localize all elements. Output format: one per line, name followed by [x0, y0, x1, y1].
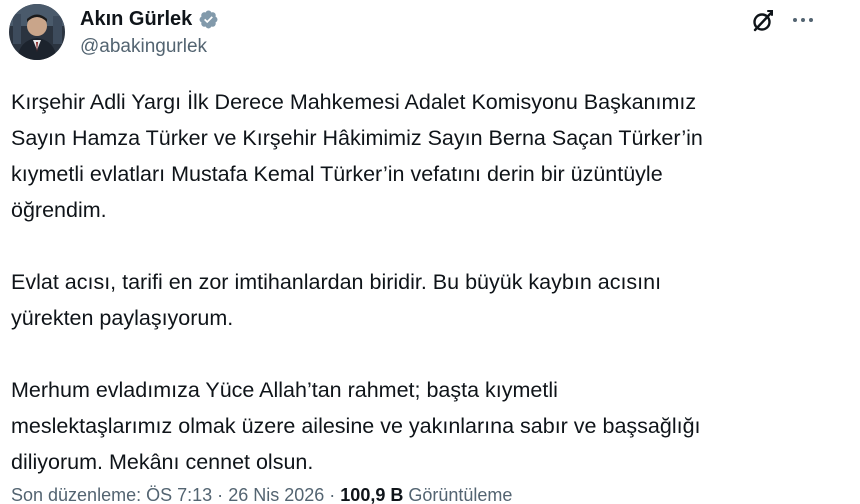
views-count: 100,9 B	[340, 485, 404, 504]
more-options-icon[interactable]	[790, 9, 816, 31]
tweet-meta: Son düzenleme: ÖS 7:13 · 26 Nis 2026 · 1…	[11, 483, 512, 504]
profile-photo-icon	[9, 4, 65, 60]
verified-badge-icon[interactable]	[198, 9, 219, 30]
avatar[interactable]	[9, 4, 65, 60]
tweet-time[interactable]: ÖS 7:13	[146, 485, 212, 504]
meta-separator: ·	[329, 485, 336, 504]
tweet-date[interactable]: 26 Nis 2026	[228, 485, 324, 504]
author-name-row: Akın Gürlek	[80, 7, 219, 31]
tweet-paragraph: Merhum evladımıza Yüce Allah’tan rahmet;…	[11, 378, 701, 474]
views-label: Görüntüleme	[408, 485, 513, 504]
tweet-paragraph: Evlat acısı, tarifi en zor imtihanlardan…	[11, 270, 662, 330]
grok-icon[interactable]	[750, 8, 776, 34]
author-handle[interactable]: @abakingurlek	[80, 35, 207, 59]
edited-label[interactable]: Son düzenleme:	[11, 485, 141, 504]
author-display-name[interactable]: Akın Gürlek	[80, 7, 192, 31]
tweet-text: Kırşehir Adli Yargı İlk Derece Mahkemesi…	[11, 84, 841, 480]
meta-separator: ·	[217, 485, 224, 504]
tweet-paragraph: Kırşehir Adli Yargı İlk Derece Mahkemesi…	[11, 90, 703, 222]
